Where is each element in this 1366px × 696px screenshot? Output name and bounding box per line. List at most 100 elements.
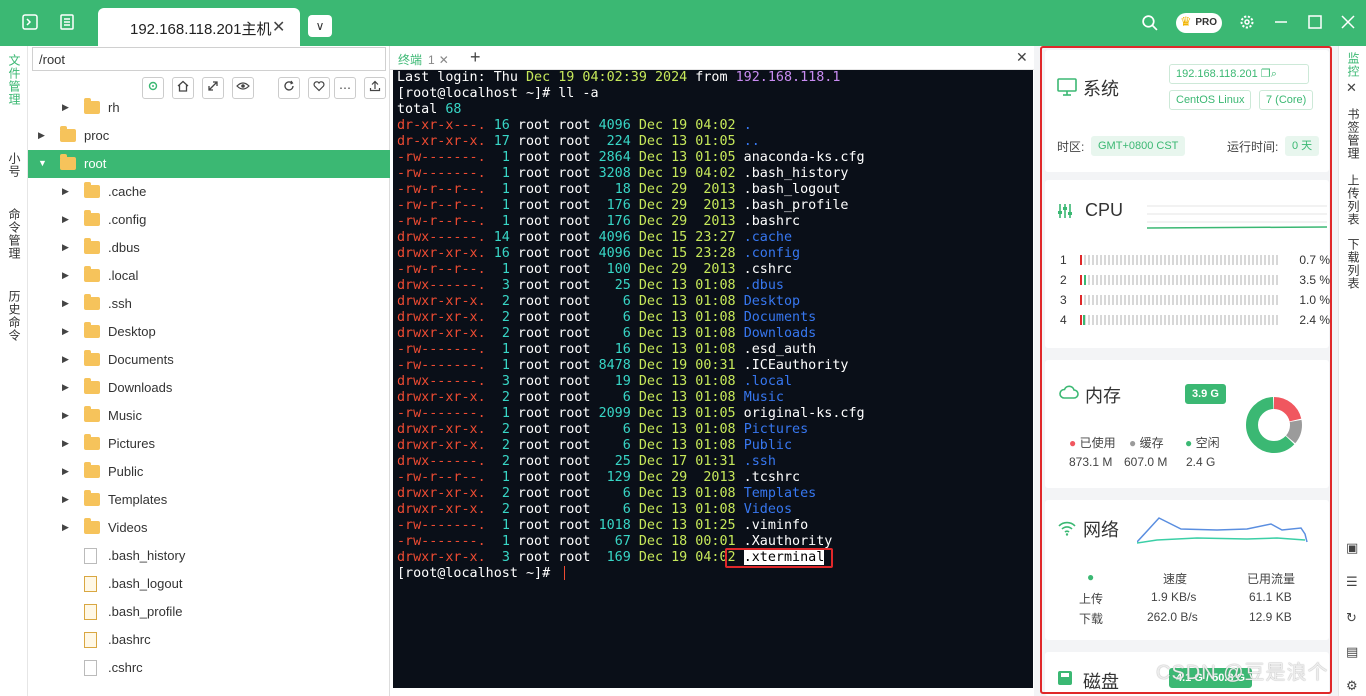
- cpu-usage-fill: [1080, 255, 1082, 265]
- tree-item[interactable]: ▶ Documents: [28, 346, 390, 374]
- tree-item[interactable]: ▶ Music: [28, 402, 390, 430]
- terminal-text: root root: [509, 278, 615, 293]
- chevron-right-icon[interactable]: ▶: [62, 214, 69, 225]
- vtab-file-manager[interactable]: 文件管理: [6, 54, 23, 106]
- rvtab-upload-list[interactable]: 上传列表: [1345, 174, 1362, 226]
- terminal-text: Dec 13 01:08: [638, 326, 736, 341]
- tree-item[interactable]: ▼ root: [28, 150, 390, 178]
- gear-small-icon[interactable]: ⚙: [1346, 678, 1358, 694]
- tab-host[interactable]: 192.168.118.201主机 ✕: [98, 8, 300, 46]
- terminal-text: 6: [622, 390, 631, 405]
- terminal-text: .bashrc: [735, 214, 801, 229]
- search-icon[interactable]: [1139, 14, 1159, 34]
- maximize-icon[interactable]: [1305, 14, 1325, 34]
- ip-pill[interactable]: 192.168.118.201 ❐⌕: [1169, 64, 1309, 84]
- chevron-right-icon[interactable]: ▶: [62, 410, 69, 421]
- monitor-icon: [1057, 78, 1077, 99]
- terminal-close-icon[interactable]: ✕: [1016, 49, 1028, 66]
- close-window-icon[interactable]: [1338, 14, 1358, 34]
- vtab-small[interactable]: 小号: [6, 152, 23, 178]
- rvtab-monitor[interactable]: 监控: [1345, 52, 1362, 78]
- terminal-text: root root: [509, 134, 607, 149]
- vtab-command-manager[interactable]: 命令管理: [6, 208, 23, 260]
- tree-item[interactable]: ▶ Downloads: [28, 374, 390, 402]
- chevron-right-icon[interactable]: ▶: [62, 354, 69, 365]
- tree-item[interactable]: ▶ .local: [28, 262, 390, 290]
- tree-item[interactable]: ▶ .ssh: [28, 290, 390, 318]
- chevron-right-icon[interactable]: ▶: [62, 438, 69, 449]
- tree-item[interactable]: .bash_history: [28, 542, 390, 570]
- chevron-right-icon[interactable]: ▶: [62, 298, 69, 309]
- chevron-right-icon[interactable]: ▶: [62, 186, 69, 197]
- tree-item-label: Music: [108, 408, 142, 423]
- chevron-right-icon[interactable]: ▶: [62, 242, 69, 253]
- upload-speed: 1.9 KB/s: [1151, 590, 1197, 604]
- folder-icon: [84, 406, 100, 422]
- os-pill: CentOS Linux: [1169, 90, 1252, 110]
- terminal-tab[interactable]: 终端 1 ✕: [398, 51, 449, 68]
- terminal-line: drwx------. 14 root root 4096 Dec 15 23:…: [397, 230, 1033, 246]
- tree-item[interactable]: ▶ .cache: [28, 178, 390, 206]
- chevron-right-icon[interactable]: ▶: [62, 270, 69, 281]
- cpu-core-id: 4: [1060, 313, 1067, 327]
- cpu-core-value: 2.4 %: [1299, 313, 1330, 327]
- terminal-tab-close-icon[interactable]: ✕: [439, 53, 449, 67]
- terminal-text: .config: [743, 246, 801, 261]
- path-input[interactable]: [32, 47, 386, 71]
- tree-item[interactable]: ▶ Public: [28, 458, 390, 486]
- terminal-text: root root: [509, 310, 623, 325]
- file-icon: [84, 660, 97, 676]
- terminal-text: 19: [614, 374, 631, 389]
- tree-item[interactable]: .bash_profile: [28, 598, 390, 626]
- tree-item[interactable]: ▶ rh: [28, 94, 390, 122]
- chevron-right-icon[interactable]: ▶: [38, 130, 45, 141]
- tree-item[interactable]: .bash_logout: [28, 570, 390, 598]
- tree-item[interactable]: ▶ proc: [28, 122, 390, 150]
- tab-close-icon[interactable]: ✕: [272, 17, 285, 37]
- chevron-right-icon[interactable]: ▶: [62, 522, 69, 533]
- rvtab-close-icon[interactable]: ✕: [1346, 80, 1357, 96]
- chevron-right-icon[interactable]: ▶: [62, 102, 69, 113]
- tree-item[interactable]: ▶ Desktop: [28, 318, 390, 346]
- search-ip-icon[interactable]: ⌕: [1271, 68, 1277, 80]
- terminal-icon[interactable]: [20, 14, 40, 34]
- settings-gear-icon[interactable]: [1237, 14, 1257, 34]
- tree-item[interactable]: ▶ .dbus: [28, 234, 390, 262]
- ip-value: 192.168.118.201: [1176, 68, 1258, 80]
- list-icon[interactable]: ☰: [1346, 574, 1358, 590]
- folder-icon: [60, 126, 76, 142]
- terminal-small-icon[interactable]: ▣: [1346, 540, 1358, 556]
- rvtab-download-list[interactable]: 下载列表: [1345, 238, 1362, 290]
- server-list-icon[interactable]: [57, 14, 77, 34]
- chevron-right-icon[interactable]: ▶: [62, 382, 69, 393]
- chevron-down-icon[interactable]: ▼: [38, 158, 47, 168]
- tree-item[interactable]: .cshrc: [28, 654, 390, 682]
- tree-item[interactable]: .bashrc: [28, 626, 390, 654]
- rvtab-bookmarks[interactable]: 书签管理: [1345, 108, 1362, 160]
- tree-item[interactable]: ▶ Templates: [28, 486, 390, 514]
- vtab-history-commands[interactable]: 历史命令: [6, 290, 23, 342]
- tree-item[interactable]: ▶ Videos: [28, 514, 390, 542]
- chevron-right-icon[interactable]: ▶: [62, 466, 69, 477]
- terminal-text: .tcshrc: [735, 470, 801, 485]
- copy-icon[interactable]: ❐: [1261, 68, 1271, 80]
- tree-item[interactable]: ▶ .config: [28, 206, 390, 234]
- chevron-right-icon[interactable]: ▶: [62, 326, 69, 337]
- minimize-icon[interactable]: [1271, 14, 1291, 34]
- new-terminal-plus-icon[interactable]: +: [470, 47, 481, 68]
- chevron-right-icon[interactable]: ▶: [62, 494, 69, 505]
- terminal-output[interactable]: Last login: Thu Dec 19 04:02:39 2024 fro…: [393, 70, 1033, 688]
- tab-dropdown-button[interactable]: ∨: [308, 15, 332, 37]
- pro-badge[interactable]: ♛ PRO: [1176, 13, 1222, 33]
- tree-item-label: .bash_logout: [108, 576, 183, 591]
- tree-item[interactable]: ▶ Pictures: [28, 430, 390, 458]
- save-icon[interactable]: ▤: [1346, 644, 1358, 660]
- reload-icon[interactable]: ↻: [1346, 610, 1357, 626]
- terminal-text: 6: [622, 310, 631, 325]
- tree-item-label: Pictures: [108, 436, 155, 451]
